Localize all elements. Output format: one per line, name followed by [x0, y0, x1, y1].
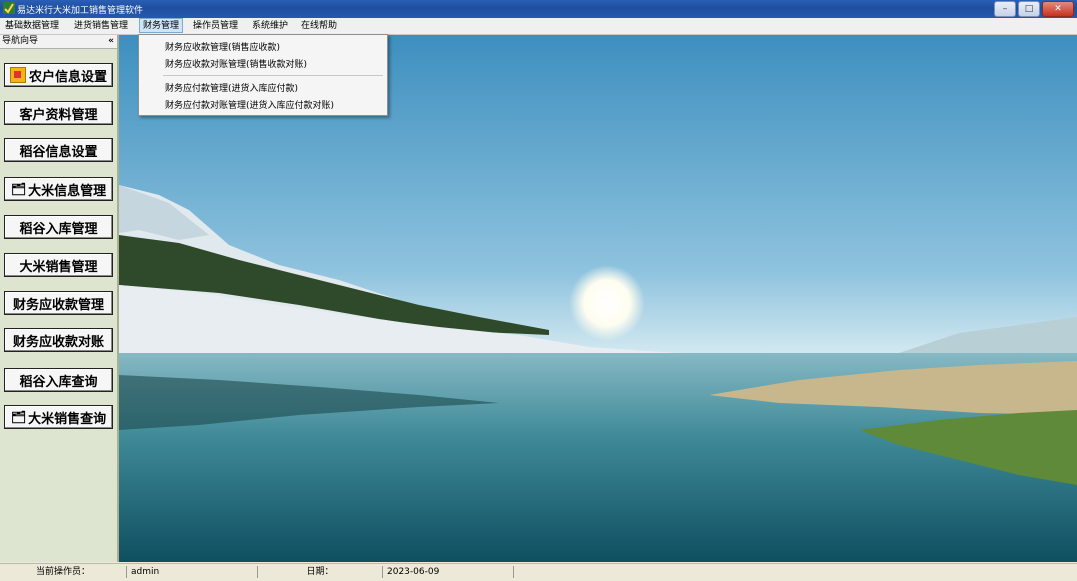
- nav-button-label: 财务应收款对账: [12, 334, 104, 350]
- nav-button-label: 财务应收款管理: [12, 297, 104, 313]
- nav-button-label: 稻谷入库查询: [19, 374, 98, 390]
- menu-item-payables-reconcile[interactable]: 财务应付款对账管理(进货入库应付款对账): [165, 98, 334, 111]
- status-bar: 当前操作员： admin 日期： 2023-06-09: [0, 563, 1077, 581]
- maximize-button[interactable]: □: [1018, 1, 1040, 17]
- card-icon: 🗂: [10, 182, 27, 196]
- operator-value: admin: [129, 566, 258, 578]
- menu-finance[interactable]: 财务管理: [139, 18, 184, 33]
- menu-online-help[interactable]: 在线帮助: [298, 19, 340, 33]
- menu-item-payables[interactable]: 财务应付款管理(进货入库应付款): [165, 81, 298, 94]
- menu-separator: [163, 75, 383, 76]
- folder-icon: [9, 67, 26, 83]
- close-button[interactable]: ✕: [1042, 1, 1074, 17]
- nav-button-customer[interactable]: 客户资料管理: [4, 101, 113, 125]
- menu-basic-data[interactable]: 基础数据管理: [2, 19, 62, 33]
- sidebar-header: 导航向导 «: [0, 35, 117, 49]
- menu-system-maintenance[interactable]: 系统维护: [249, 19, 291, 33]
- collapse-icon[interactable]: «: [108, 35, 114, 48]
- menu-item-receivables[interactable]: 财务应收款管理(销售应收款): [165, 40, 280, 53]
- nav-button-rice-info[interactable]: 🗂 大米信息管理: [4, 177, 113, 201]
- menu-bar: 基础数据管理 进货销售管理 财务管理 操作员管理 系统维护 在线帮助: [0, 18, 1077, 35]
- nav-button-label: 大米销售管理: [19, 259, 98, 275]
- nav-button-label: 稻谷信息设置: [19, 144, 98, 160]
- finance-dropdown-menu: 财务应收款管理(销售应收款) 财务应收款对账管理(销售收款对账) 财务应付款管理…: [138, 34, 388, 116]
- sidebar-title: 导航向导: [2, 36, 39, 46]
- minimize-button[interactable]: –: [994, 1, 1016, 17]
- nav-button-rice-sales-query[interactable]: 🗂 大米销售查询: [4, 405, 113, 429]
- menu-item-receivables-reconcile[interactable]: 财务应收款对账管理(销售收款对账): [165, 57, 307, 70]
- nav-button-farmer-info[interactable]: 农户信息设置: [4, 63, 113, 87]
- sidebar: 导航向导 « 农户信息设置 客户资料管理 稻谷信息设置 🗂 大米信息管理 稻谷入…: [0, 35, 119, 562]
- nav-button-label: 大米销售查询: [28, 411, 107, 427]
- nav-button-label: 客户资料管理: [19, 107, 98, 123]
- nav-button-receivables-reconcile[interactable]: 财务应收款对账: [4, 328, 113, 352]
- operator-label: 当前操作员：: [0, 566, 127, 578]
- nav-button-paddy-info[interactable]: 稻谷信息设置: [4, 138, 113, 162]
- title-bar: 易达米行大米加工销售管理软件 – □ ✕: [0, 0, 1077, 18]
- window-title: 易达米行大米加工销售管理软件: [17, 6, 144, 16]
- date-label: 日期：: [258, 566, 383, 578]
- nav-button-rice-sales[interactable]: 大米销售管理: [4, 253, 113, 277]
- menu-operator[interactable]: 操作员管理: [190, 19, 241, 33]
- nav-button-label: 大米信息管理: [28, 183, 107, 199]
- menu-purchase-sales[interactable]: 进货销售管理: [71, 19, 131, 33]
- nav-button-paddy-inbound[interactable]: 稻谷入库管理: [4, 215, 113, 239]
- nav-button-paddy-query[interactable]: 稻谷入库查询: [4, 368, 113, 392]
- card-icon: 🗂: [10, 410, 27, 424]
- app-logo-icon: [3, 2, 15, 14]
- nav-button-label: 稻谷入库管理: [19, 221, 98, 237]
- nav-button-receivables[interactable]: 财务应收款管理: [4, 291, 113, 315]
- date-value: 2023-06-09: [385, 566, 514, 578]
- nav-button-label: 农户信息设置: [28, 69, 107, 85]
